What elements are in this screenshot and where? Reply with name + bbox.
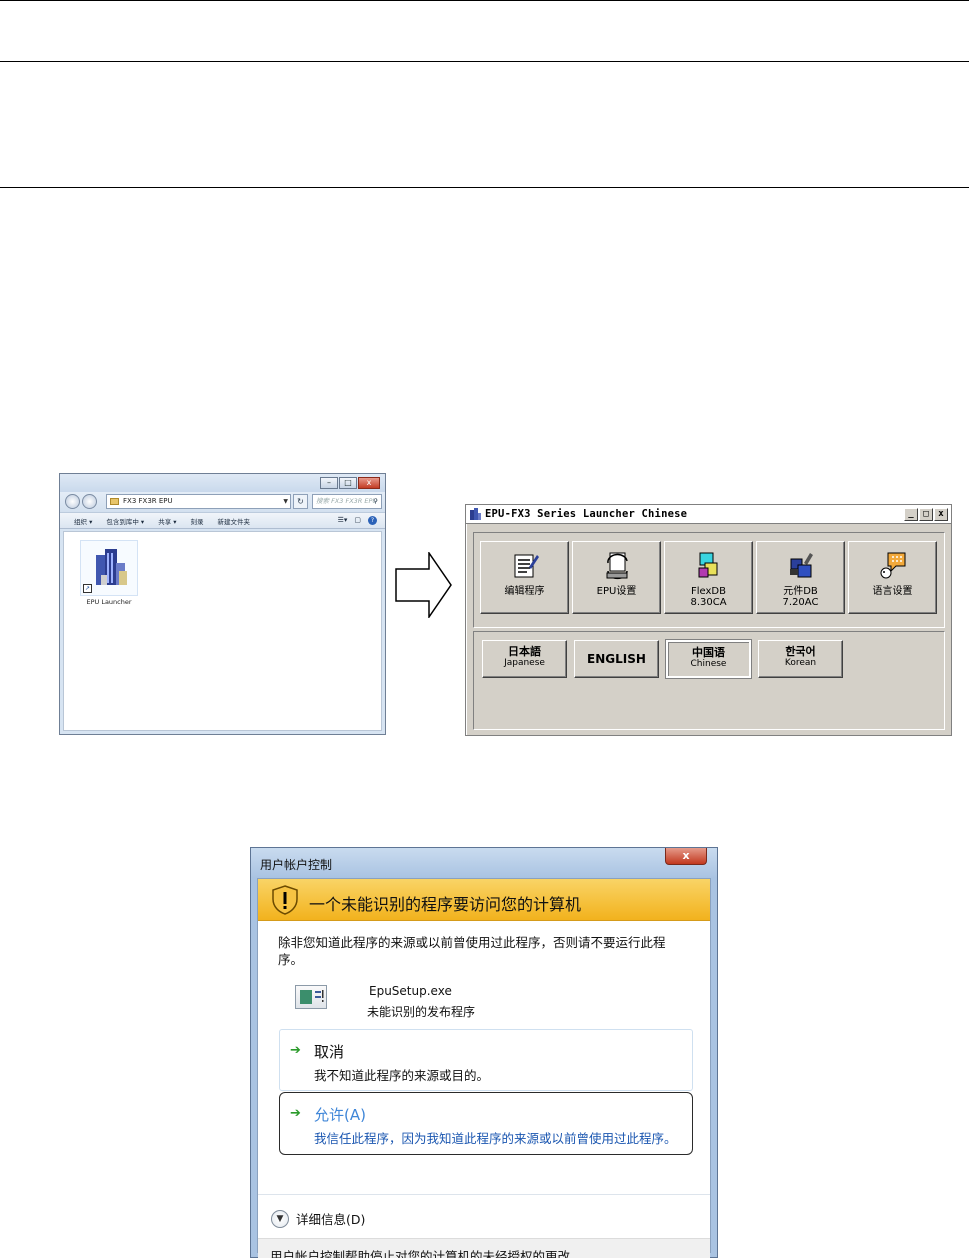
right-arrow-icon xyxy=(395,552,452,618)
language-english-native: ENGLISH xyxy=(587,652,646,666)
language-settings-label: 语言设置 xyxy=(872,586,913,597)
language-english-button[interactable]: ENGLISH xyxy=(574,640,659,678)
edit-program-icon xyxy=(514,554,539,578)
language-japanese-sub: Japanese xyxy=(504,658,545,668)
toolbar-organize[interactable]: 组织 ▾ xyxy=(74,516,92,526)
epu-launcher-window: EPU-FX3 Series Launcher Chinese _ □ x 编辑… xyxy=(465,504,952,736)
component-db-button[interactable]: 元件DB 7.20AC xyxy=(756,541,845,614)
back-icon[interactable] xyxy=(65,494,80,509)
language-chinese-native: 中国语 xyxy=(692,646,725,659)
language-settings-icon xyxy=(880,552,906,579)
program-name: EpuSetup.exe xyxy=(369,984,452,998)
epu-settings-button[interactable]: EPU设置 xyxy=(572,541,661,614)
page: – □ x FX3 FX3R EPU ▼ ↻ 搜索 FX3 FX3R EPU ⚲… xyxy=(0,0,969,1258)
building-icon: ↗ xyxy=(80,540,138,596)
folder-icon xyxy=(110,498,119,505)
explorer-titlebar[interactable]: – □ x xyxy=(60,474,385,492)
toolbar-share[interactable]: 共享 ▾ xyxy=(158,516,176,526)
section-rule xyxy=(0,187,969,188)
edit-program-button[interactable]: 编辑程序 xyxy=(480,541,569,614)
maximize-button[interactable]: □ xyxy=(339,477,357,489)
top-rule xyxy=(0,0,969,1)
toolbar-include-in-library[interactable]: 包含到库中 ▾ xyxy=(106,516,144,526)
forward-icon[interactable] xyxy=(82,494,97,509)
search-input[interactable]: 搜索 FX3 FX3R EPU ⚲ xyxy=(312,494,382,509)
language-japanese-native: 日本語 xyxy=(508,645,541,658)
refresh-icon[interactable]: ↻ xyxy=(293,494,308,509)
green-arrow-icon: ➔ xyxy=(290,1106,301,1121)
flexdb-button[interactable]: FlexDB 8.30CA xyxy=(664,541,753,614)
toolbar-new-folder[interactable]: 新建文件夹 xyxy=(218,516,251,526)
launcher-maximize-button[interactable]: □ xyxy=(919,508,933,521)
launcher-close-button[interactable]: x xyxy=(934,508,948,521)
uac-dialog: 用户帐户控制 x 一个未能识别的程序要访问您的计算机 除非您知道此程序的来源或以… xyxy=(250,847,718,1258)
launcher-titlebar[interactable]: EPU-FX3 Series Launcher Chinese _ □ x xyxy=(466,505,951,524)
address-text: FX3 FX3R EPU xyxy=(123,497,173,505)
launcher-title: EPU-FX3 Series Launcher Chinese xyxy=(485,508,688,520)
search-placeholder: 搜索 FX3 FX3R EPU xyxy=(316,497,378,505)
component-db-label: 元件DB 7.20AC xyxy=(782,586,819,608)
green-arrow-icon: ➔ xyxy=(290,1043,301,1058)
language-panel: 日本語 Japanese ENGLISH 中国语 Chinese 한국어 Kor… xyxy=(473,631,945,730)
epu-launcher-file[interactable]: ↗ EPU Launcher xyxy=(78,540,140,606)
explorer-window: – □ x FX3 FX3R EPU ▼ ↻ 搜索 FX3 FX3R EPU ⚲… xyxy=(59,473,386,735)
language-chinese-button[interactable]: 中国语 Chinese xyxy=(666,640,751,678)
allow-title: 允许(A) xyxy=(314,1106,366,1124)
allow-option[interactable]: ➔ 允许(A) 我信任此程序，因为我知道此程序的来源或以前曾使用过此程序。 xyxy=(279,1092,693,1155)
explorer-address-bar: FX3 FX3R EPU ▼ ↻ 搜索 FX3 FX3R EPU ⚲ xyxy=(60,492,385,512)
cancel-description: 我不知道此程序的来源或目的。 xyxy=(314,1068,490,1083)
launcher-minimize-button[interactable]: _ xyxy=(904,508,918,521)
language-korean-native: 한국어 xyxy=(785,645,816,658)
close-button[interactable]: x xyxy=(358,477,380,489)
file-label: EPU Launcher xyxy=(86,598,132,606)
help-icon[interactable]: ? xyxy=(368,516,377,525)
language-settings-button[interactable]: 语言设置 xyxy=(848,541,937,614)
view-options-icon[interactable]: ☰▾ xyxy=(338,516,348,525)
divider xyxy=(258,1194,710,1195)
uac-close-button[interactable]: x xyxy=(665,848,707,865)
explorer-toolbar: 组织 ▾ 包含到库中 ▾ 共享 ▾ 刻录 新建文件夹 ☰▾ ▢ ? xyxy=(60,512,385,529)
shortcut-arrow-icon: ↗ xyxy=(83,584,92,593)
flexdb-icon xyxy=(698,552,718,578)
allow-description: 我信任此程序，因为我知道此程序的来源或以前曾使用过此程序。 xyxy=(314,1131,677,1146)
uac-title: 用户帐户控制 xyxy=(260,858,333,872)
address-field[interactable]: FX3 FX3R EPU ▼ xyxy=(106,494,291,509)
cancel-title: 取消 xyxy=(314,1043,345,1061)
epu-settings-label: EPU设置 xyxy=(596,586,637,597)
minimize-button[interactable]: – xyxy=(320,477,338,489)
preview-pane-icon[interactable]: ▢ xyxy=(354,516,361,525)
warning-shield-icon xyxy=(272,885,298,915)
chevron-down-icon[interactable]: ▼ xyxy=(283,495,288,508)
uac-banner: 一个未能识别的程序要访问您的计算机 xyxy=(258,879,710,921)
language-korean-button[interactable]: 한국어 Korean xyxy=(758,640,843,678)
language-korean-sub: Korean xyxy=(784,658,817,668)
cancel-option[interactable]: ➔ 取消 我不知道此程序的来源或目的。 xyxy=(279,1029,693,1091)
language-chinese-sub: Chinese xyxy=(690,659,727,669)
uac-message: 除非您知道此程序的来源或以前曾使用过此程序，否则请不要运行此程序。 xyxy=(278,935,666,967)
header-rule xyxy=(0,61,969,62)
details-toggle[interactable]: ▼ 详细信息(D) xyxy=(271,1209,365,1228)
search-icon[interactable]: ⚲ xyxy=(373,495,378,508)
uac-body: 一个未能识别的程序要访问您的计算机 除非您知道此程序的来源或以前曾使用过此程序，… xyxy=(257,878,711,1258)
epu-settings-icon xyxy=(606,552,628,580)
edit-program-label: 编辑程序 xyxy=(504,586,545,597)
toolbar-burn[interactable]: 刻录 xyxy=(191,516,204,526)
uac-heading: 一个未能识别的程序要访问您的计算机 xyxy=(309,895,582,914)
program-icon xyxy=(295,985,327,1009)
uac-footer-text: 用户帐户控制帮助停止对您的计算机的未经授权的更改。 xyxy=(270,1249,583,1258)
explorer-content: ↗ EPU Launcher xyxy=(63,531,382,731)
component-db-icon xyxy=(790,553,813,578)
uac-footer: 用户帐户控制帮助停止对您的计算机的未经授权的更改。 xyxy=(258,1238,710,1258)
program-publisher: 未能识别的发布程序 xyxy=(367,1005,476,1019)
chevron-down-icon: ▼ xyxy=(271,1209,289,1228)
flexdb-label: FlexDB 8.30CA xyxy=(690,586,727,608)
details-label: 详细信息(D) xyxy=(296,1212,366,1227)
function-panel: 编辑程序 EPU设置 FlexDB 8.30CA 元件DB 7.20AC 语言设… xyxy=(473,532,945,628)
launcher-app-icon xyxy=(470,508,481,520)
language-japanese-button[interactable]: 日本語 Japanese xyxy=(482,640,567,678)
